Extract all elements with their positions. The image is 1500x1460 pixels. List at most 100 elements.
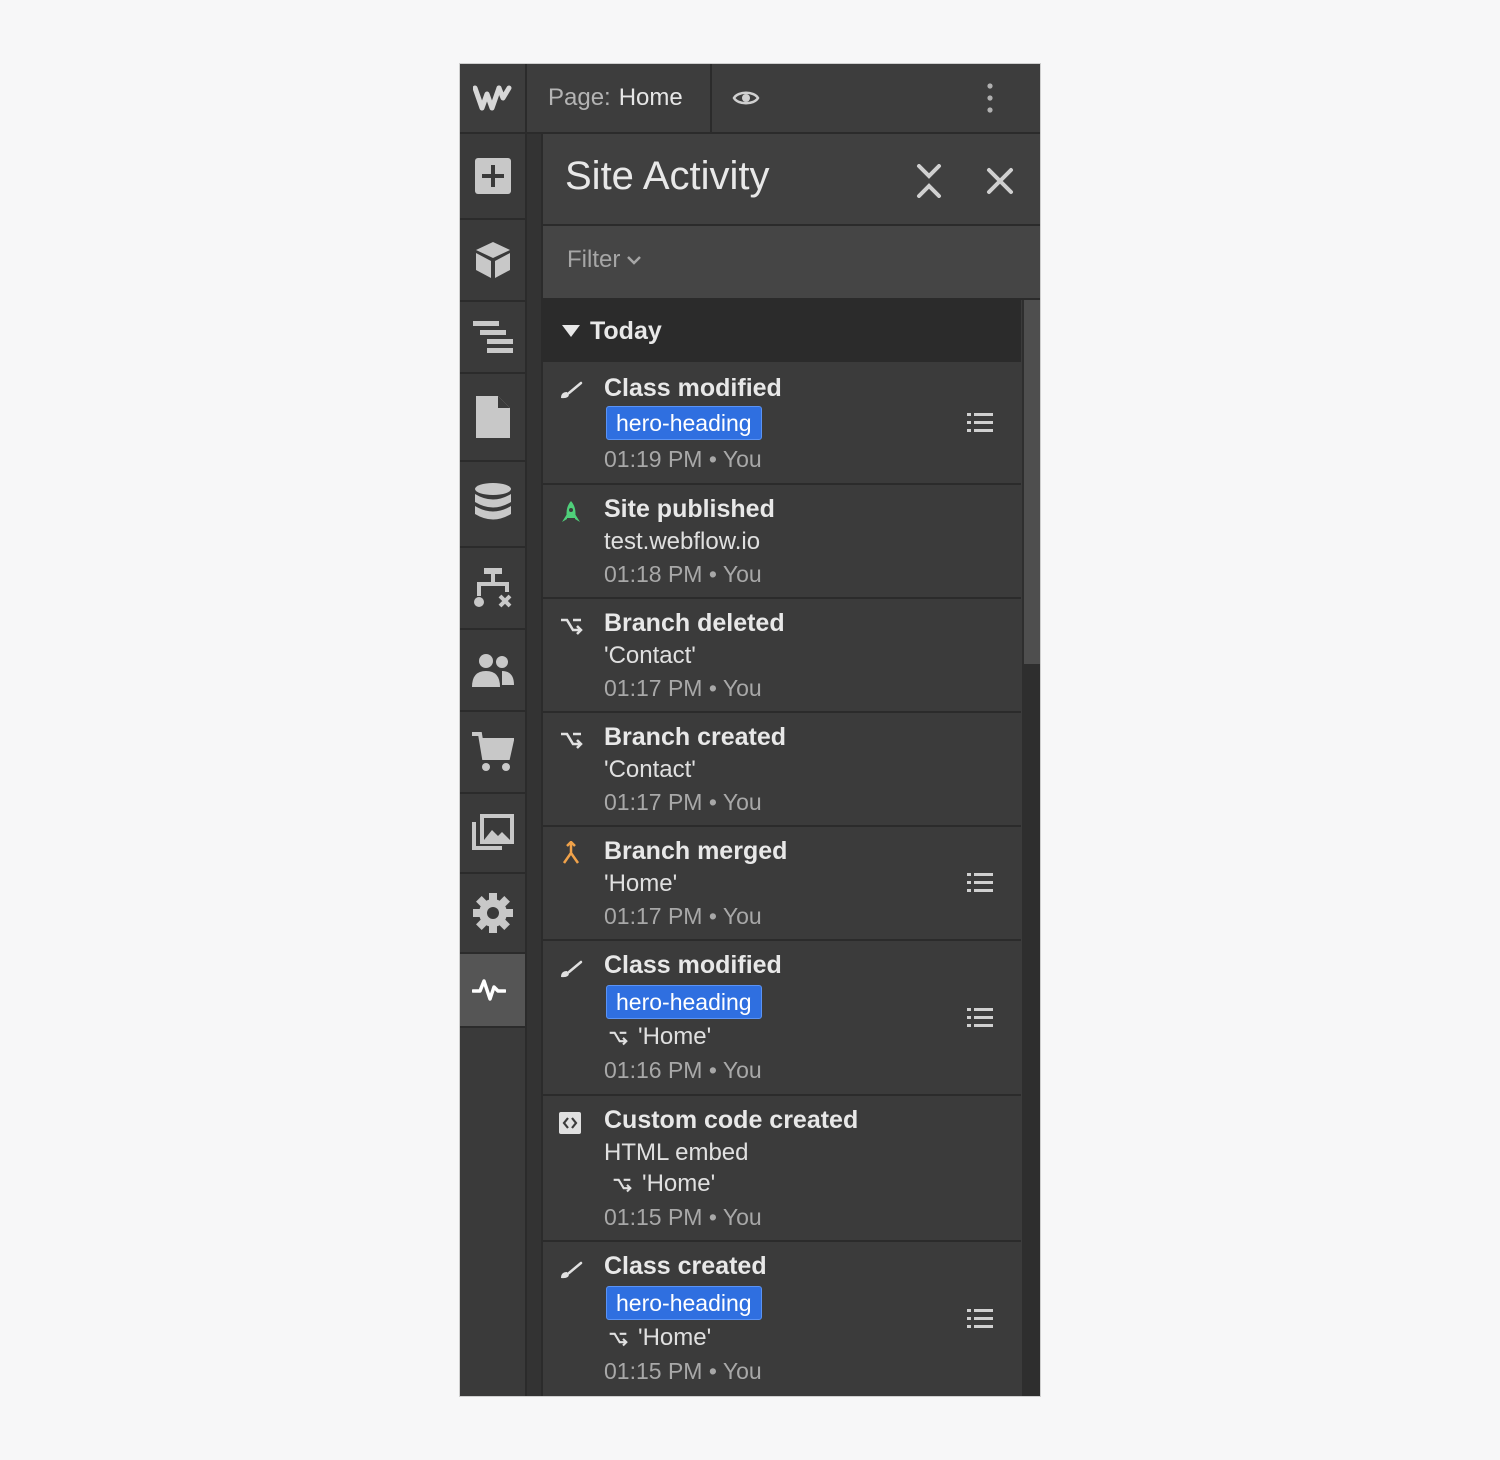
tool-pages[interactable] — [460, 374, 525, 462]
more-options-button[interactable] — [970, 78, 1010, 118]
tool-navigator[interactable] — [460, 302, 525, 374]
list-details-icon[interactable] — [967, 410, 993, 436]
gear-icon — [472, 893, 513, 933]
meta-separator: • — [708, 789, 717, 815]
class-tag[interactable]: hero-heading — [606, 985, 762, 1019]
entry-author: You — [722, 446, 762, 472]
entry-detail: 'Contact' — [604, 642, 696, 669]
page-selector[interactable]: Page: Home — [548, 64, 683, 132]
activity-entry[interactable]: Branch created 'Contact' 01:17 PM • You — [543, 713, 1021, 827]
entry-title: Custom code created — [604, 1106, 859, 1134]
entry-time: 01:17 PM — [604, 903, 703, 929]
entry-meta: 01:17 PM • You — [604, 789, 762, 816]
entry-title: Branch created — [604, 723, 787, 751]
divider — [710, 64, 712, 132]
class-tag[interactable]: hero-heading — [606, 1286, 762, 1320]
page-name: Home — [618, 84, 683, 111]
meta-separator: • — [708, 675, 717, 701]
entry-title: Branch deleted — [604, 609, 785, 637]
panel-header: Site Activity — [543, 134, 1040, 226]
entry-title: Site published — [604, 495, 775, 523]
merge-icon — [562, 841, 580, 864]
entry-meta: 01:17 PM • You — [604, 903, 762, 930]
branch-icon — [561, 732, 583, 749]
collapse-all-button[interactable] — [915, 164, 943, 198]
page-prefix: Page: — [548, 84, 611, 111]
activity-entry[interactable]: Class modified hero-heading 'Home' 01:16… — [543, 941, 1021, 1096]
page-icon — [475, 396, 510, 438]
preview-button[interactable] — [724, 78, 768, 118]
tool-ecommerce[interactable] — [460, 712, 525, 794]
branch-icon — [561, 618, 583, 635]
branch-name: 'Home' — [642, 1170, 716, 1197]
scrollbar-thumb[interactable] — [1024, 300, 1040, 664]
brush-icon — [561, 381, 583, 399]
tool-activity[interactable] — [460, 954, 525, 1028]
meta-separator: • — [708, 1358, 717, 1384]
entry-meta: 01:17 PM • You — [604, 675, 762, 702]
entry-author: You — [722, 561, 762, 587]
branch-ref: 'Home' — [610, 1170, 715, 1198]
more-vertical-icon — [987, 83, 993, 113]
class-tag[interactable]: hero-heading — [606, 406, 762, 440]
entry-author: You — [722, 1204, 762, 1230]
cube-icon — [475, 242, 510, 278]
tool-components[interactable] — [460, 220, 525, 302]
entry-title: Branch merged — [604, 837, 788, 865]
entry-detail: test.webflow.io — [604, 528, 761, 555]
activity-entry[interactable]: Branch deleted 'Contact' 01:17 PM • You — [543, 599, 1021, 713]
rocket-icon — [562, 501, 580, 522]
entry-title: Class created — [604, 1252, 767, 1280]
meta-separator: • — [708, 1057, 717, 1083]
activity-entry[interactable]: Class created hero-heading 'Home' 01:15 … — [543, 1242, 1021, 1396]
entry-time: 01:16 PM — [604, 1057, 703, 1083]
activity-entry[interactable]: Custom code created HTML embed 'Home' 01… — [543, 1096, 1021, 1242]
entry-meta: 01:19 PM • You — [604, 446, 762, 473]
tool-cms[interactable] — [460, 462, 525, 548]
entry-detail: 'Home' — [604, 870, 678, 897]
group-label: Today — [590, 316, 662, 345]
entry-time: 01:17 PM — [604, 675, 703, 701]
activity-entry[interactable]: Branch merged 'Home' 01:17 PM • You — [543, 827, 1021, 941]
entry-detail: 'Contact' — [604, 756, 696, 783]
list-details-icon[interactable] — [967, 1005, 993, 1031]
users-icon — [471, 654, 514, 687]
navigator-icon — [472, 321, 513, 353]
branch-icon — [613, 1178, 632, 1193]
tool-add[interactable] — [460, 134, 525, 220]
meta-separator: • — [708, 561, 717, 587]
tool-users[interactable] — [460, 630, 525, 712]
brush-icon — [561, 1261, 583, 1279]
brush-icon — [561, 960, 583, 978]
tool-assets[interactable] — [460, 794, 525, 874]
entry-title: Class modified — [604, 951, 782, 979]
entry-meta: 01:15 PM • You — [604, 1204, 762, 1231]
list-details-icon[interactable] — [967, 1306, 993, 1332]
entry-author: You — [722, 1057, 762, 1083]
webflow-logo[interactable] — [460, 64, 527, 132]
entry-detail: HTML embed — [604, 1139, 749, 1166]
activity-entry[interactable]: Class modified hero-heading 01:19 PM • Y… — [543, 362, 1021, 485]
list-details-icon[interactable] — [967, 870, 993, 896]
code-embed-icon — [559, 1112, 581, 1134]
collapse-icon — [917, 164, 941, 198]
images-icon — [471, 814, 514, 850]
tool-settings[interactable] — [460, 874, 525, 954]
left-toolbar — [460, 134, 527, 1396]
entry-meta: 01:16 PM • You — [604, 1057, 762, 1084]
entry-author: You — [722, 675, 762, 701]
designer-window: Page: Home Site Activity Filter Today Cl… — [459, 63, 1041, 1397]
chevron-down-icon — [627, 256, 642, 265]
panel-gutter — [527, 134, 541, 1396]
activity-list[interactable]: Today Class modified hero-heading 01:19 … — [543, 300, 1021, 1396]
activity-entry[interactable]: Site published test.webflow.io 01:18 PM … — [543, 485, 1021, 599]
filter-label: Filter — [567, 246, 621, 273]
close-icon — [987, 168, 1013, 194]
group-header-today[interactable]: Today — [543, 300, 1021, 362]
close-panel-button[interactable] — [983, 164, 1017, 198]
top-bar: Page: Home — [460, 64, 1040, 134]
caret-down-icon — [562, 325, 580, 337]
filter-dropdown[interactable]: Filter — [567, 246, 642, 274]
branch-ref: 'Home' — [606, 1324, 711, 1352]
tool-logic[interactable] — [460, 548, 525, 630]
